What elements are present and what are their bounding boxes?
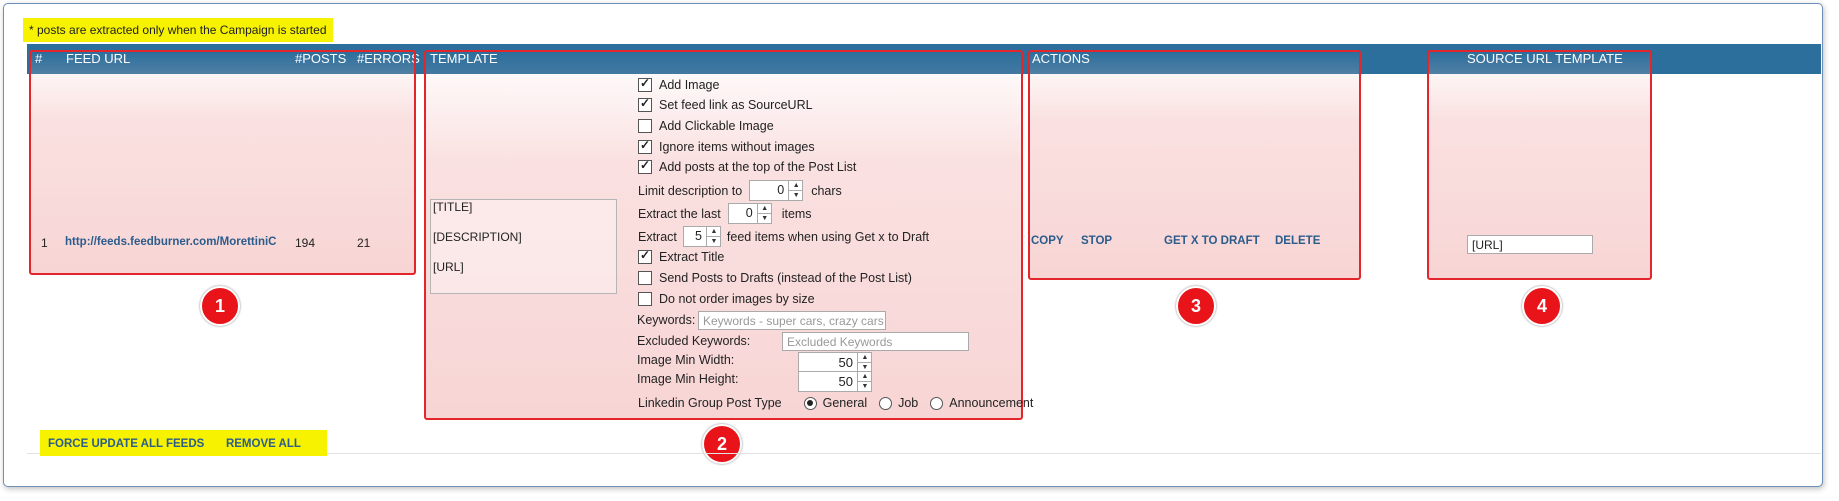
image-min-width-label: Image Min Width: [637,353,735,367]
linkedin-type-label: Linkedin Group Post Type [638,396,782,410]
extract-getx-row: Extract 5 ▲ ▼ feed items when using Get x… [638,226,929,247]
limit-description-stepper[interactable]: 0 ▲ ▼ [749,180,804,201]
extract-title-label: Extract Title [659,250,725,264]
keywords-label: Keywords: [637,313,696,327]
limit-description-label: Limit description to [638,183,743,198]
force-update-all-feeds-button[interactable]: FORCE UPDATE ALL FEEDS [48,438,204,450]
send-to-drafts-checkbox[interactable] [638,271,652,285]
template-line: [TITLE] [433,200,473,214]
limit-description-suffix: chars [811,183,842,198]
ignore-no-images-label: Ignore items without images [659,140,815,154]
set-feed-link-option[interactable]: Set feed link as SourceURL [638,96,813,112]
no-order-images-label: Do not order images by size [659,292,815,306]
no-order-images-checkbox[interactable] [638,292,652,306]
image-min-height-value: 50 [838,374,853,389]
extract-last-row: Extract the last 0 ▲ ▼ items [638,203,812,224]
add-image-checkbox[interactable] [638,76,652,92]
stop-button[interactable]: STOP [1081,235,1112,247]
set-feed-link-label: Set feed link as SourceURL [659,98,813,112]
extract-last-label: Extract the last [638,206,721,221]
row-index: 1 [41,236,48,250]
extract-getx-value: 5 [694,229,702,243]
linkedin-type-row: Linkedin Group Post Type General Job Ann… [638,396,1033,410]
get-x-to-draft-button[interactable]: GET X TO DRAFT [1164,235,1260,247]
add-image-label: Add Image [659,78,720,92]
add-clickable-image-label: Add Clickable Image [659,119,774,133]
add-posts-top-checkbox[interactable] [638,158,652,174]
image-min-height-stepper[interactable]: 50 ▲ ▼ [798,371,872,392]
send-to-drafts-option[interactable]: Send Posts to Drafts (instead of the Pos… [638,271,912,285]
spinner-icon[interactable]: ▲ ▼ [756,204,772,223]
radio-announcement[interactable] [930,396,944,410]
ignore-no-images-option[interactable]: Ignore items without images [638,138,815,154]
radio-general[interactable] [803,396,817,410]
template-textarea[interactable]: [TITLE] [DESCRIPTION] [URL] [430,199,617,294]
spinner-icon[interactable]: ▲ ▼ [705,227,721,246]
image-min-width-value: 50 [838,355,853,370]
excluded-keywords-input[interactable]: Excluded Keywords [782,332,969,351]
add-image-option[interactable]: Add Image [638,76,720,92]
radio-announcement-label: Announcement [949,396,1034,410]
extract-getx-label: Extract [638,229,677,244]
spinner-icon[interactable]: ▲ ▼ [857,353,872,372]
ignore-no-images-checkbox[interactable] [638,138,652,154]
bottom-actions-bar: FORCE UPDATE ALL FEEDS REMOVE ALL [40,430,327,456]
template-line: [URL] [433,260,464,274]
errors-count: 21 [357,236,371,250]
send-to-drafts-label: Send Posts to Drafts (instead of the Pos… [659,271,912,285]
spinner-icon[interactable]: ▲ ▼ [857,372,872,391]
excluded-keywords-label: Excluded Keywords: [637,334,751,348]
add-posts-top-option[interactable]: Add posts at the top of the Post List [638,158,857,174]
extract-last-stepper[interactable]: 0 ▲ ▼ [727,203,772,224]
extract-last-suffix: items [781,206,812,221]
radio-general-label: General [822,396,868,410]
posts-count: 194 [295,236,316,250]
no-order-images-option[interactable]: Do not order images by size [638,292,815,306]
delete-button[interactable]: DELETE [1275,235,1320,247]
image-min-width-stepper[interactable]: 50 ▲ ▼ [798,352,872,373]
source-url-template-input[interactable]: [URL] [1467,235,1593,254]
callout-badge-2: 2 [702,424,742,464]
radio-job[interactable] [879,396,893,410]
callout-badge-1: 1 [200,286,240,326]
extract-title-checkbox[interactable] [638,248,652,264]
add-clickable-image-option[interactable]: Add Clickable Image [638,119,774,133]
template-line: [DESCRIPTION] [433,230,522,244]
extract-title-option[interactable]: Extract Title [638,248,725,264]
callout-badge-3: 3 [1176,286,1216,326]
feed-url-link[interactable]: http://feeds.feedburner.com/MorettiniC [65,236,282,248]
limit-description-row: Limit description to 0 ▲ ▼ chars [638,180,842,201]
limit-description-value: 0 [777,183,785,197]
copy-button[interactable]: COPY [1031,235,1064,247]
callout-badge-4: 4 [1522,286,1562,326]
extract-getx-stepper[interactable]: 5 ▲ ▼ [682,226,721,247]
extract-getx-suffix: feed items when using Get x to Draft [726,229,930,244]
remove-all-button[interactable]: REMOVE ALL [226,438,301,450]
radio-job-label: Job [898,396,919,410]
keywords-input[interactable]: Keywords - super cars, crazy cars [698,311,886,330]
add-clickable-image-checkbox[interactable] [638,119,652,133]
add-posts-top-label: Add posts at the top of the Post List [659,160,857,174]
campaign-note: * posts are extracted only when the Camp… [23,18,333,42]
set-feed-link-checkbox[interactable] [638,96,652,112]
spinner-icon[interactable]: ▲ ▼ [788,181,804,200]
image-min-height-label: Image Min Height: [637,372,739,386]
extract-last-value: 0 [745,206,753,220]
